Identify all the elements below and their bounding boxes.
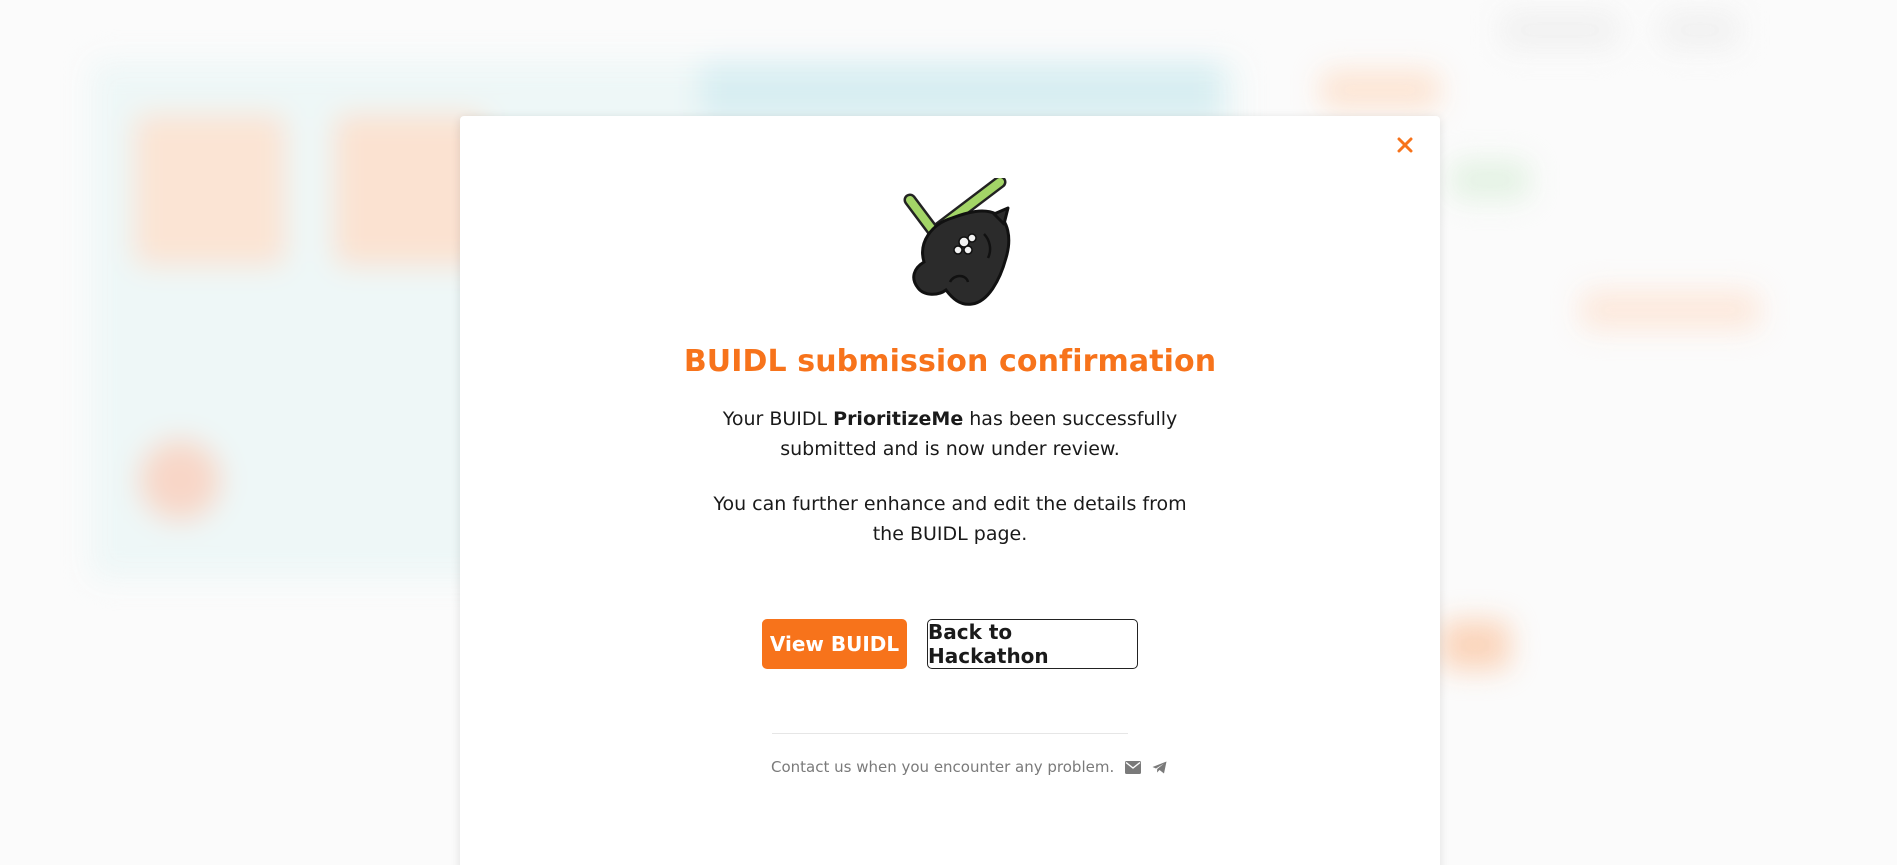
background-chip [1450,160,1530,200]
message-text: Your BUIDL [722,408,834,430]
submission-message: Your BUIDL PrioritizeMe has been success… [700,404,1200,464]
submission-confirmation-modal: BUIDL submission confirmation Your BUIDL… [460,116,1440,865]
telegram-icon [1152,761,1167,773]
close-icon [1397,137,1413,153]
background-banner [700,60,1220,120]
background-chip [1580,290,1760,330]
contact-row: Contact us when you encounter any proble… [771,758,1167,776]
email-icon [1125,760,1142,774]
buidl-name: PrioritizeMe [833,408,964,430]
back-to-hackathon-button[interactable]: Back to Hackathon [927,619,1138,669]
edit-hint-message: You can further enhance and edit the det… [713,493,1187,545]
background-button [1440,620,1510,670]
success-mascot-icon [903,178,1011,306]
background-nav [1500,10,1620,50]
contact-text: Contact us when you encounter any proble… [771,758,1115,776]
background-nav [1660,10,1740,50]
email-link[interactable] [1125,760,1142,774]
view-buidl-button[interactable]: View BUIDL [762,619,907,669]
background-chip [1320,70,1440,110]
telegram-link[interactable] [1152,761,1167,774]
background-card [135,115,285,265]
divider [772,733,1128,734]
background-avatar [140,440,220,520]
modal-title: BUIDL submission confirmation [683,344,1217,379]
close-button[interactable] [1390,130,1420,160]
